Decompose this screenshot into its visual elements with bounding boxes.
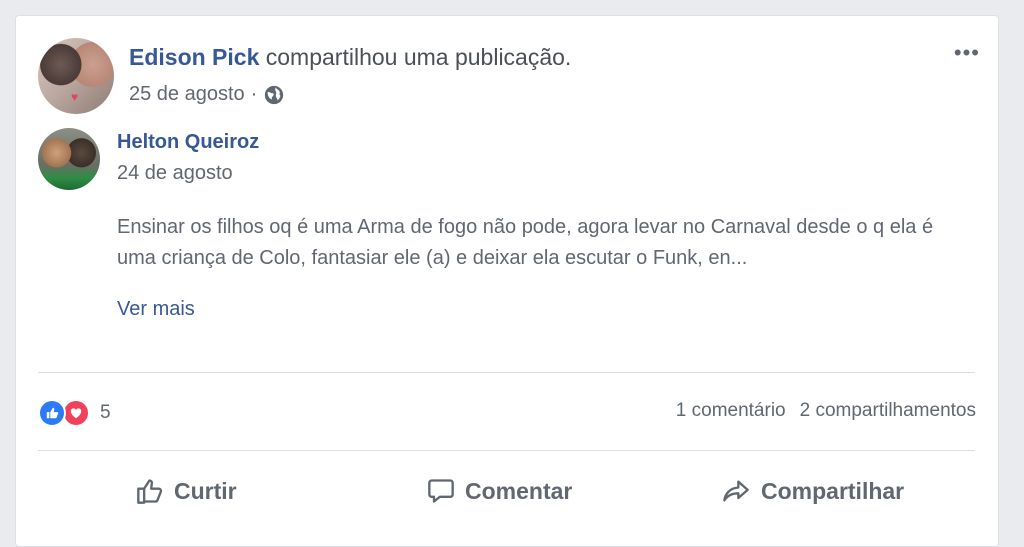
post-stats: 1 comentário 2 compartilhamentos <box>676 400 976 422</box>
post-date[interactable]: 25 de agosto <box>129 83 245 106</box>
post-header: Edison Pick compartilhou uma publicação. <box>129 44 571 71</box>
author-name[interactable]: Edison Pick <box>129 44 259 70</box>
comment-button-label: Comentar <box>465 477 573 504</box>
shared-author-avatar[interactable] <box>38 128 100 190</box>
like-button-label: Curtir <box>174 477 237 504</box>
globe-icon[interactable] <box>263 84 285 106</box>
more-options-icon[interactable]: ••• <box>954 42 980 64</box>
comment-bubble-icon <box>427 477 455 505</box>
divider <box>38 372 975 373</box>
reactions-summary[interactable]: 5 <box>38 398 111 428</box>
comments-count-link[interactable]: 1 comentário <box>676 400 786 422</box>
post-card: ♥ Edison Pick compartilhou uma publicaçã… <box>15 15 999 547</box>
heart-icon: ♥ <box>71 90 79 104</box>
share-arrow-icon <box>721 477 751 505</box>
author-avatar[interactable]: ♥ <box>38 38 114 114</box>
like-button[interactable]: Curtir <box>136 471 237 511</box>
post-action-text: compartilhou uma publicação. <box>265 44 572 70</box>
shared-post-date[interactable]: 24 de agosto <box>117 162 233 185</box>
post-text: Ensinar os filhos oq é uma Arma de fogo … <box>117 216 934 269</box>
like-reaction-icon <box>38 399 66 427</box>
post-meta: 25 de agosto · <box>129 83 285 106</box>
see-more-link[interactable]: Ver mais <box>117 298 195 321</box>
love-reaction-icon <box>62 399 90 427</box>
share-button[interactable]: Compartilhar <box>721 471 904 511</box>
meta-separator: · <box>250 83 258 105</box>
share-button-label: Compartilhar <box>761 477 905 504</box>
shared-author-name[interactable]: Helton Queiroz <box>117 131 259 154</box>
comment-button[interactable]: Comentar <box>427 471 572 511</box>
reaction-count[interactable]: 5 <box>100 402 111 424</box>
thumbs-up-icon <box>136 477 164 505</box>
shares-count-link[interactable]: 2 compartilhamentos <box>800 400 976 422</box>
divider <box>38 450 975 451</box>
